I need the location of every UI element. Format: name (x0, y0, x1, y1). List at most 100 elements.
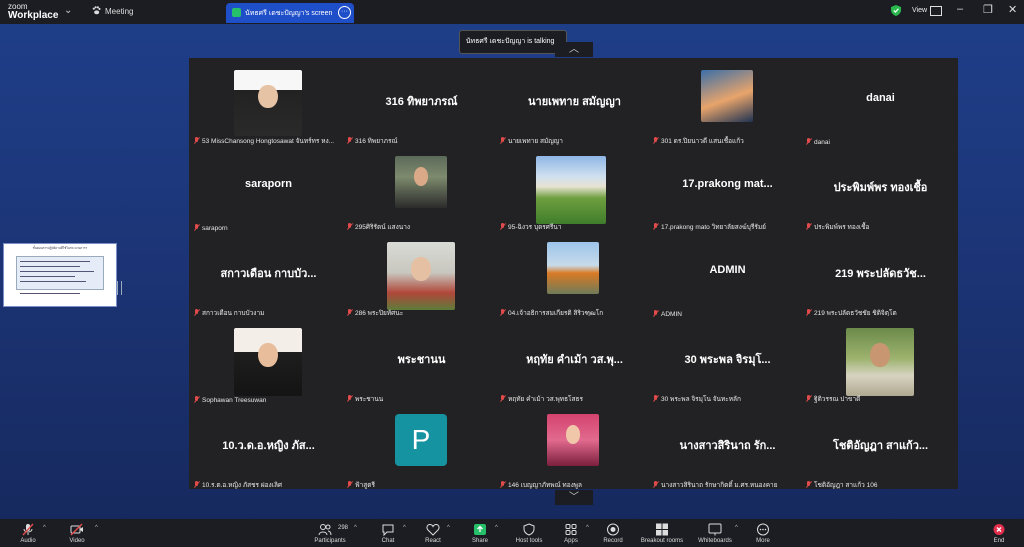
participant-name-label: Sophawan Treesuwan (194, 396, 343, 404)
participant-tile[interactable]: 301 ดร.ปิยนาวดี แสนเชื้อแก้ว (651, 62, 804, 147)
participant-tile[interactable]: 17.prakong mat... 17.prakong mato วิทยาลั… (651, 148, 804, 233)
whiteboards-label: Whiteboards (698, 538, 732, 544)
participant-tile[interactable]: 286 พระปิยทัศนะ (345, 234, 498, 319)
host-tools-button[interactable]: Host tools (512, 519, 546, 547)
meeting-label: Meeting (105, 7, 134, 16)
record-button[interactable]: Record (601, 519, 625, 547)
whiteboards-button[interactable]: Whiteboards (696, 519, 734, 547)
participant-tile[interactable]: 219 พระปลัดธวัช... 219 พระปลัดธวัชชัย ชิต… (804, 234, 957, 319)
audio-options-caret[interactable]: ^ (43, 525, 46, 531)
participant-tile[interactable]: 53 MissChansong Hongtosawat จันทร์ทร หง.… (192, 62, 345, 147)
participant-name: 17.prakong mato วิทยาลัยสงฆ์บุรีรัมย์ (661, 224, 766, 231)
participant-tile[interactable]: Sophawan Treesuwan (192, 320, 345, 405)
participant-name-label: 10.ร.ต.อ.หญิง ภัสชร ผ่องเลิศ (194, 480, 343, 490)
apps-label: Apps (564, 538, 578, 544)
mic-muted-icon (194, 481, 200, 488)
minimize-button[interactable]: – (957, 3, 963, 15)
chat-icon (382, 524, 394, 536)
participant-name: สกาวเดือน กาบบัวงาม (202, 310, 265, 317)
meeting-info-button[interactable]: Meeting (92, 6, 133, 16)
participant-tile[interactable]: 10.ว.ด.อ.หญิง ภัส... 10.ร.ต.อ.หญิง ภัสชร … (192, 406, 345, 491)
participant-tile[interactable]: 30 พระพล จิรมุโ... 30 พระพล จิรมุโน จันทะ… (651, 320, 804, 405)
participant-tile[interactable]: 95-ฉิงวร บุตรศรีนา (498, 148, 651, 233)
participant-tile[interactable]: นายเพทาย สมัญญา นายเพทาย สมัญญา (498, 62, 651, 147)
react-options-caret[interactable]: ^ (447, 525, 450, 531)
more-button[interactable]: More (752, 519, 774, 547)
video-button[interactable]: Video (62, 519, 92, 547)
chevron-down-icon[interactable]: ⌄ (64, 5, 72, 16)
participant-tile[interactable]: 316 ทิพยาภรณ์ 316 ทิพยาภรณ์ (345, 62, 498, 147)
participant-name-label: 53 MissChansong Hongtosawat จันทร์ทร หง.… (194, 136, 343, 146)
mic-muted-icon (500, 309, 506, 316)
more-options-icon[interactable]: ··· (338, 6, 351, 19)
participant-display-name: โชติอัญฎา สาแก้ว... (832, 440, 929, 452)
shield-check-icon[interactable] (891, 5, 901, 16)
shared-screen-thumbnail[interactable]: ขั้นตอนการปฏิบัติงานที่ใช้ในกระบวนการฯ (3, 243, 117, 307)
gallery-page-down-button[interactable]: ﹀ (555, 490, 593, 505)
mic-muted-icon (806, 223, 812, 230)
participant-name-label: danai (806, 138, 955, 146)
participant-avatar: P (395, 414, 447, 466)
participant-tile[interactable]: 04.เจ้าอธิการสมเกียรติ สิริวฑฺฒโก (498, 234, 651, 319)
audio-button[interactable]: Audio (14, 519, 42, 547)
view-button[interactable]: View (912, 7, 927, 14)
gallery-page-up-button[interactable]: ︿ (555, 42, 593, 57)
participant-tile[interactable]: saraporn saraporn (192, 148, 345, 233)
close-button[interactable]: ✕ (1008, 3, 1017, 16)
mic-muted-icon (347, 137, 353, 144)
chat-button[interactable]: Chat (376, 519, 400, 547)
apps-button[interactable]: Apps (559, 519, 583, 547)
share-screen-tab[interactable]: นัทธศรี เดชะปัญญา's screen ··· (226, 3, 354, 23)
participant-tile[interactable]: หฤทัย คำเม้า วส.พุ... หฤทัย คำเม้า วส.พุท… (498, 320, 651, 405)
participant-tile[interactable]: 295ศิริรัตน์ แสงนาง (345, 148, 498, 233)
mic-muted-icon (194, 224, 200, 231)
participant-video (701, 70, 753, 122)
participant-display-name: นางสาวสิรินาถ รัก... (679, 440, 776, 452)
participant-display-name: ประพิมพ์พร ทองเชื้อ (833, 182, 928, 194)
react-button[interactable]: React (421, 519, 445, 547)
participant-tile[interactable]: พระชานน พระชานน (345, 320, 498, 405)
participant-display-name: 10.ว.ด.อ.หญิง ภัส... (222, 440, 315, 452)
video-options-caret[interactable]: ^ (95, 525, 98, 531)
breakout-rooms-button[interactable]: Breakout rooms (638, 519, 686, 547)
participant-tile[interactable]: ADMIN ADMIN (651, 234, 804, 319)
participant-tile[interactable]: โชติอัญฎา สาแก้ว... โชติอัญฎา สาแก้ว 106 (804, 406, 957, 491)
participant-name: 219 พระปลัดธวัชชัย ชิติจิตฺโต (814, 310, 897, 317)
participant-video (387, 242, 455, 310)
participant-name-label: saraporn (194, 224, 343, 232)
participants-options-caret[interactable]: ^ (354, 525, 357, 531)
share-arrow-icon (474, 524, 486, 535)
participant-tile[interactable]: ฐิติวรรณ ปาขาดี (804, 320, 957, 405)
apps-options-caret[interactable]: ^ (586, 525, 589, 531)
participants-button[interactable]: Participants (310, 519, 350, 547)
participant-name-label: 146 เบญญาภัทพณ์ ทองพูล (500, 480, 649, 490)
end-button[interactable]: End (988, 519, 1010, 547)
react-label: React (425, 538, 441, 544)
person-figure (258, 342, 278, 368)
restore-button[interactable]: ❐ (983, 3, 993, 16)
participant-name: 301 ดร.ปิยนาวดี แสนเชื้อแก้ว (661, 138, 744, 145)
participant-tile[interactable]: P ฟ้าสูตรี (345, 406, 498, 491)
chat-options-caret[interactable]: ^ (403, 525, 406, 531)
mic-muted-icon (500, 137, 506, 144)
participant-tile[interactable]: ประพิมพ์พร ทองเชื้อ ประพิมพ์พร ทองเชื้อ (804, 148, 957, 233)
participant-name: 316 ทิพยาภรณ์ (355, 138, 398, 145)
participants-icon (318, 524, 332, 536)
grid-view-icon (930, 6, 942, 16)
whiteboards-options-caret[interactable]: ^ (735, 525, 738, 531)
participant-name-label: โชติอัญฎา สาแก้ว 106 (806, 480, 955, 490)
participant-name-label: ฟ้าสูตรี (347, 480, 496, 490)
participant-tile[interactable]: danai danai (804, 62, 957, 147)
participant-name-label: 286 พระปิยทัศนะ (347, 308, 496, 318)
thumbnail-title: ขั้นตอนการปฏิบัติงานที่ใช้ในกระบวนการฯ (32, 246, 88, 250)
resize-handle[interactable] (117, 281, 122, 295)
participant-name-label: 30 พระพล จิรมุโน จันทะหลัก (653, 394, 802, 404)
share-options-caret[interactable]: ^ (495, 525, 498, 531)
thumbnail-line (20, 281, 86, 282)
mic-muted-icon (806, 309, 812, 316)
participant-tile[interactable]: 146 เบญญาภัทพณ์ ทองพูล (498, 406, 651, 491)
participant-tile[interactable]: นางสาวสิรินาถ รัก... นางสาวสิรินาถ รักษาก… (651, 406, 804, 491)
share-button[interactable]: Share (468, 519, 492, 547)
participant-tile[interactable]: สกาวเดือน กาบบัว... สกาวเดือน กาบบัวงาม (192, 234, 345, 319)
participant-name: 295ศิริรัตน์ แสงนาง (355, 224, 411, 231)
